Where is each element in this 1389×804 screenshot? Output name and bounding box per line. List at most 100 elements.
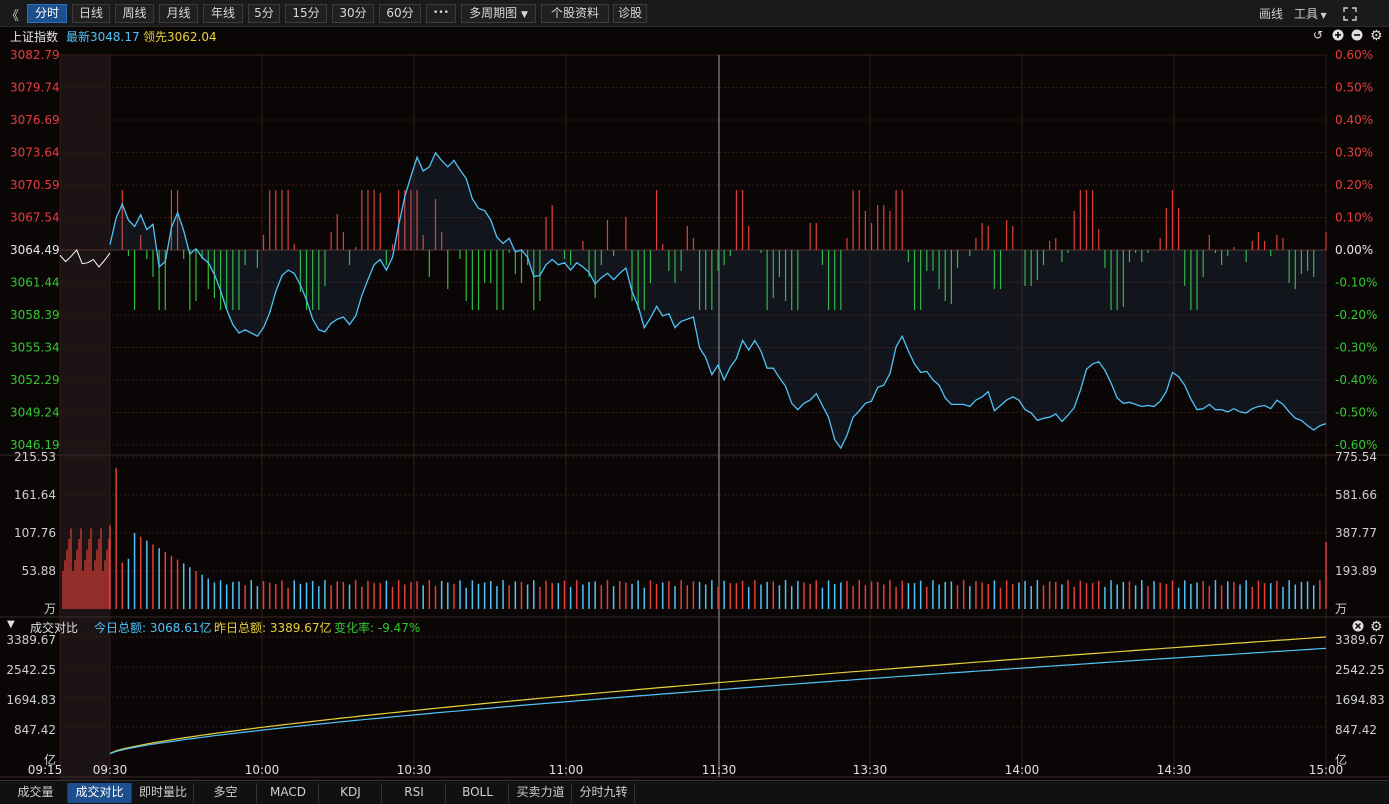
turnover-tick-label: 1694.83	[6, 693, 56, 707]
today-total: 今日总额: 3068.61亿	[94, 619, 212, 636]
indicator-tab[interactable]: BOLL	[447, 783, 509, 803]
time-tick-label: 13:30	[853, 763, 888, 777]
latest-price: 最新3048.17	[66, 30, 140, 44]
volume-tick-label: 万	[44, 602, 56, 616]
toolbar: 《 分时 日线 周线 月线 年线 5分 15分 30分 60分 ••• 多周期图 ▼ 个股资料 …	[0, 0, 1389, 27]
volume-tick-label: 107.76	[14, 526, 56, 540]
price-tick-label: 3061.44	[10, 276, 60, 290]
percent-tick-label: -0.10%	[1335, 276, 1377, 290]
indicator-tabs: 成交量 成交对比 即时量比 多空 MACD KDJ RSI BOLL 买卖力道 分时九转	[0, 780, 1389, 804]
index-name: 上证指数	[10, 30, 59, 44]
turnover-title: 成交对比	[30, 621, 79, 635]
draw-line-button[interactable]: 画线	[1259, 5, 1283, 22]
yesterday-value: 3389.67亿	[269, 621, 332, 635]
percent-tick-label: -0.20%	[1335, 308, 1377, 322]
indicator-tab[interactable]: 成交量	[4, 783, 68, 803]
percent-tick-label: -0.50%	[1335, 406, 1377, 420]
indicator-tab[interactable]: MACD	[258, 783, 319, 803]
volume-tick-label-right: 万	[1335, 602, 1347, 616]
change-rate: 变化率: -9.47%	[334, 619, 420, 636]
tools-dropdown[interactable]: 工具 ▼	[1294, 5, 1327, 22]
percent-tick-label: 0.60%	[1335, 48, 1373, 62]
turnover-tick-label-right: 3389.67	[1335, 633, 1385, 647]
period-tab[interactable]: 15分	[285, 4, 327, 23]
volume-tick-label: 161.64	[14, 488, 56, 502]
period-tab[interactable]: 60分	[379, 4, 421, 23]
turnover-tick-label-right: 847.42	[1335, 723, 1377, 737]
yesterday-label: 昨日总额:	[214, 621, 267, 635]
period-tab[interactable]: 5分	[248, 4, 280, 23]
multi-period-dropdown[interactable]: 多周期图 ▼	[461, 4, 536, 23]
time-tick-label: 09:30	[93, 763, 128, 777]
indicator-tab[interactable]: 买卖力道	[510, 783, 572, 803]
percent-tick-label: 0.20%	[1335, 178, 1373, 192]
turnover-tick-label-right: 1694.83	[1335, 693, 1385, 707]
period-tab[interactable]: 分时	[27, 4, 67, 23]
period-tab[interactable]: 30分	[332, 4, 374, 23]
volume-tick-label-right: 581.66	[1335, 488, 1377, 502]
multi-period-label: 多周期图	[469, 6, 518, 20]
percent-tick-label: -0.40%	[1335, 373, 1377, 387]
period-tab[interactable]: 年线	[203, 4, 243, 23]
indicator-tab[interactable]: 分时九转	[573, 783, 635, 803]
change-value: -9.47%	[377, 621, 421, 635]
time-tick-label: 14:30	[1157, 763, 1192, 777]
turnover-tick-label: 847.42	[14, 723, 56, 737]
percent-tick-label: 0.40%	[1335, 113, 1373, 127]
time-tick-label: 14:00	[1005, 763, 1040, 777]
volume-tick-label: 53.88	[22, 564, 56, 578]
percent-tick-label: 0.30%	[1335, 146, 1373, 160]
undo-icon[interactable]: ↺	[1313, 28, 1323, 42]
chevron-down-icon: ▼	[520, 10, 528, 20]
gear-icon[interactable]: ⚙	[1370, 28, 1383, 44]
indicator-tab[interactable]: KDJ	[320, 783, 382, 803]
indicator-tab[interactable]: 即时量比	[133, 783, 194, 803]
change-label: 变化率:	[334, 621, 375, 635]
price-tick-label: 3079.74	[10, 81, 60, 95]
time-tick-label: 10:30	[397, 763, 432, 777]
turnover-tick-label: 2542.25	[6, 663, 56, 677]
price-tick-label: 3082.79	[10, 48, 60, 62]
time-tick-label: 10:00	[245, 763, 280, 777]
caret-down-icon: ▼	[1318, 11, 1327, 20]
price-tick-label: 3070.59	[10, 178, 60, 192]
price-tick-label: 3052.29	[10, 373, 60, 387]
time-tick-label: 15:00	[1309, 763, 1344, 777]
percent-tick-label: 0.10%	[1335, 211, 1373, 225]
percent-tick-label: -0.30%	[1335, 341, 1377, 355]
price-tick-label: 3055.34	[10, 341, 60, 355]
fullscreen-icon[interactable]	[1343, 7, 1357, 21]
indicator-tab[interactable]: 多空	[195, 783, 257, 803]
volume-tick-label-right: 193.89	[1335, 564, 1377, 578]
price-tick-label: 3076.69	[10, 113, 60, 127]
period-tab[interactable]: 日线	[72, 4, 110, 23]
leading-price: 领先3062.04	[143, 30, 217, 44]
diagnose-button[interactable]: 诊股	[613, 4, 647, 23]
price-tick-label: 3067.54	[10, 211, 60, 225]
time-tick-label: 11:30	[702, 763, 737, 777]
indicator-tab[interactable]: RSI	[383, 783, 446, 803]
percent-tick-label: 0.00%	[1335, 243, 1373, 257]
price-tick-label: 3058.39	[10, 308, 60, 322]
period-tab[interactable]: 月线	[159, 4, 198, 23]
price-tick-label: 3073.64	[10, 146, 60, 160]
time-tick-label: 09:15	[28, 763, 63, 777]
today-label: 今日总额:	[94, 621, 147, 635]
pre-open-area	[60, 55, 110, 780]
turnover-collapse-icon[interactable]: ▼	[7, 619, 15, 630]
today-value: 3068.61亿	[149, 621, 212, 635]
volume-tick-label-right: 387.77	[1335, 526, 1377, 540]
timeshare-chart[interactable]: 3082.79 3079.74 3076.69 3073.64 3070.59 3067.…	[0, 27, 1389, 780]
tools-label: 工具	[1294, 7, 1319, 21]
collapse-icon[interactable]: 《	[6, 5, 19, 24]
panel-gear-icon[interactable]: ⚙	[1370, 619, 1383, 635]
percent-tick-label: 0.50%	[1335, 81, 1373, 95]
volume-tick-label-right: 775.54	[1335, 450, 1377, 464]
turnover-tick-label-right: 2542.25	[1335, 663, 1385, 677]
period-tab[interactable]: 周线	[115, 4, 154, 23]
stock-info-button[interactable]: 个股资料	[541, 4, 609, 23]
indicator-tab[interactable]: 成交对比	[68, 783, 132, 803]
yesterday-total: 昨日总额: 3389.67亿	[214, 619, 332, 636]
price-tick-label: 3049.24	[10, 406, 60, 420]
more-periods-button[interactable]: •••	[426, 4, 456, 23]
